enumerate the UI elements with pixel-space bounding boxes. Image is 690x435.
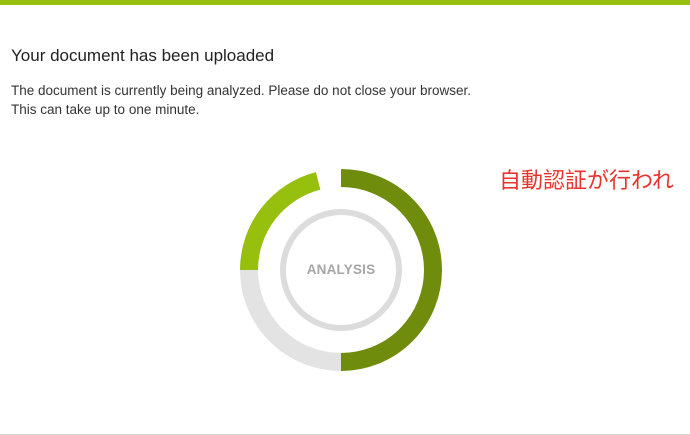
- japanese-annotation: 自動認証が行われ: [499, 169, 674, 194]
- upload-status-panel: Your document has been uploaded The docu…: [0, 0, 690, 435]
- progress-ring-svg: ANALYSIS: [240, 169, 442, 371]
- status-message-line-2: This can take up to one minute.: [11, 102, 200, 117]
- progress-label: ANALYSIS: [307, 262, 376, 277]
- status-message-line-1: The document is currently being analyzed…: [11, 83, 472, 98]
- analysis-progress-ring: ANALYSIS: [236, 165, 446, 375]
- page-title: Your document has been uploaded: [11, 46, 275, 65]
- top-accent-bar: [0, 0, 690, 5]
- ring-segment-light-gray: [240, 269, 342, 371]
- status-message: The document is currently being analyzed…: [11, 81, 471, 119]
